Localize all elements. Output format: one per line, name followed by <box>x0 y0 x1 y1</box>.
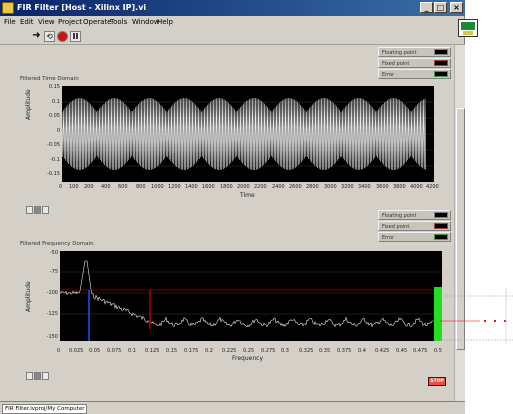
title-bar: FIR Filter [Host - Xilinx IP].vi _ □ × <box>0 0 465 16</box>
time-x-ticks: 0 100 200 400 600 800 1000 1200 1400 160… <box>59 184 439 190</box>
close-button[interactable]: × <box>450 2 463 13</box>
menu-project[interactable]: Project <box>58 18 82 26</box>
zoom-tool-icon[interactable] <box>34 206 41 214</box>
cursor-tool-icon[interactable] <box>26 372 33 380</box>
legend-error[interactable]: Error <box>378 69 451 79</box>
menu-bar: File Edit View Project Operate Tools Win… <box>0 16 465 29</box>
menu-view[interactable]: View <box>38 18 55 26</box>
zoom-tool-icon[interactable] <box>34 372 41 380</box>
time-domain-plot[interactable] <box>62 86 434 182</box>
menu-edit[interactable]: Edit <box>20 18 34 26</box>
time-waveform <box>62 97 427 171</box>
menu-file[interactable]: File <box>4 18 16 26</box>
status-bar: FIR Filter.lvproj/My Computer <box>0 401 465 414</box>
time-graph-label: Filtered Time Domain <box>20 76 79 82</box>
freq-y-ticks: -50 -75 -100 -125 -150 <box>46 250 58 340</box>
pause-icon[interactable]: II <box>70 31 81 42</box>
freq-x-axis-label: Frequency <box>232 355 263 362</box>
legend-floating-point[interactable]: Floating point <box>378 47 451 57</box>
abort-icon[interactable] <box>57 31 68 42</box>
labview-window: FIR Filter [Host - Xilinx IP].vi _ □ × F… <box>0 0 465 414</box>
legend-floating-point[interactable]: Floating point <box>378 210 451 220</box>
time-x-axis-label: Time <box>240 192 255 199</box>
cursor-tool-icon[interactable] <box>26 206 33 214</box>
legend-fixed-point[interactable]: Fixed point <box>378 58 451 68</box>
freq-graph-label: Filtered Frequency Domain <box>20 241 94 247</box>
run-arrow-icon[interactable]: ➜ <box>31 31 42 42</box>
minimize-button[interactable]: _ <box>420 2 433 13</box>
run-continuously-icon[interactable]: ⟲ <box>44 31 55 42</box>
menu-operate[interactable]: Operate <box>83 18 111 26</box>
legend-fixed-point[interactable]: Fixed point <box>378 221 451 231</box>
toolbar: ➜ ⟲ II <box>0 29 465 45</box>
stop-button[interactable]: STOP <box>428 377 446 386</box>
pan-tool-icon[interactable] <box>42 206 49 214</box>
freq-graph-palette[interactable] <box>26 372 52 381</box>
time-y-axis-label: Amplitude <box>25 89 32 120</box>
vi-icon <box>2 2 14 14</box>
freq-domain-plot[interactable] <box>60 251 442 341</box>
maximize-button[interactable]: □ <box>434 2 447 13</box>
menu-tools[interactable]: Tools <box>110 18 127 26</box>
menu-help[interactable]: Help <box>157 18 173 26</box>
window-title: FIR Filter [Host - Xilinx IP].vi <box>17 3 147 12</box>
vi-connector-icon <box>458 19 478 37</box>
freq-spectrum <box>60 260 441 328</box>
time-y-ticks: 0.15 0.1 0.05 0 -0.05 -0.1 -0.15 <box>47 84 60 177</box>
menu-window[interactable]: Window <box>132 18 160 26</box>
pan-tool-icon[interactable] <box>42 372 49 380</box>
freq-y-axis-label: Amplitude <box>25 281 32 312</box>
legend-error[interactable]: Error <box>378 232 451 242</box>
time-graph-palette[interactable] <box>26 206 52 215</box>
external-annotation <box>440 288 513 344</box>
